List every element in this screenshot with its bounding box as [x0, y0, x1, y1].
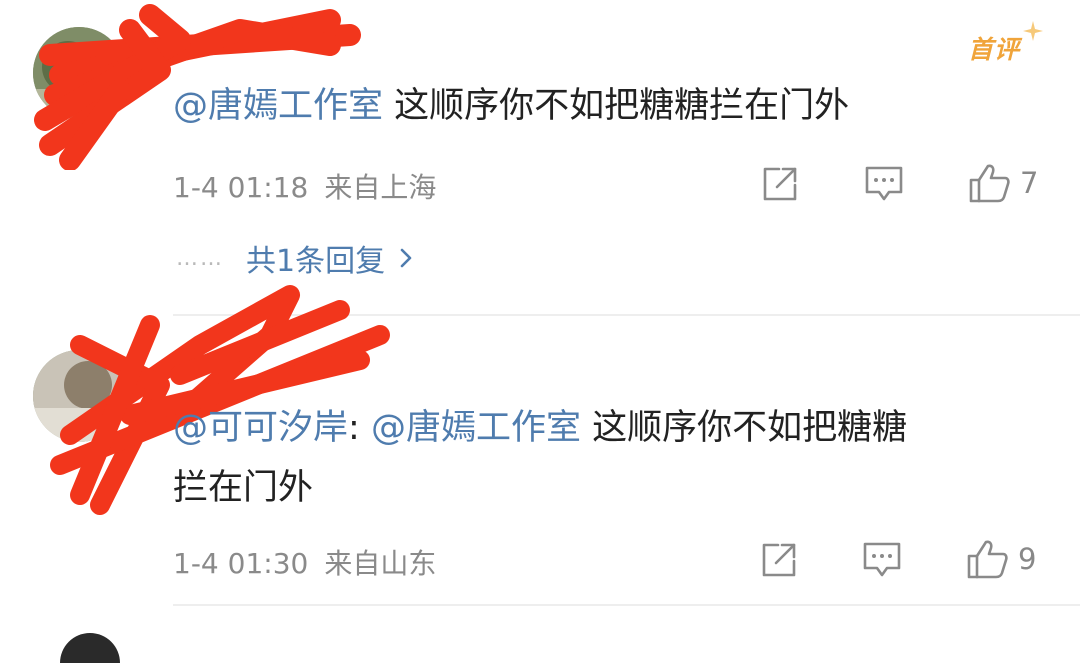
- like-count: 7: [1020, 166, 1039, 200]
- comment-body: 这顺序你不如把糖糖拦在门外: [383, 86, 850, 126]
- comment-1: 首评 @唐嫣工作室 这顺序你不如把糖糖拦在门外 1-4 01:18 来自上海 7…: [0, 0, 1080, 300]
- like-icon: [969, 164, 1010, 203]
- timestamp: 1-4 01:30: [173, 547, 309, 580]
- first-comment-badge: 首评: [968, 35, 1021, 64]
- divider: [173, 604, 1080, 606]
- replies-dots: ……: [176, 245, 224, 271]
- avatar[interactable]: [33, 350, 125, 442]
- comment-icon: [863, 542, 901, 577]
- comment-meta: 1-4 01:30 来自山东: [173, 542, 436, 582]
- comment-button[interactable]: [862, 541, 902, 579]
- view-replies-link[interactable]: …… 共1条回复: [176, 236, 413, 280]
- mention-link[interactable]: @唐嫣工作室: [371, 408, 581, 448]
- timestamp: 1-4 01:18: [173, 171, 309, 204]
- like-button[interactable]: 7: [968, 162, 1038, 204]
- share-button[interactable]: [760, 541, 798, 579]
- location: 来自山东: [324, 547, 437, 580]
- avatar[interactable]: [33, 27, 125, 119]
- mention-link[interactable]: @可可汐岸: [173, 408, 348, 448]
- comment-body-line2: 拦在门外: [173, 468, 314, 508]
- colon: :: [348, 408, 371, 448]
- next-comment-avatar-peek: [60, 633, 120, 663]
- like-icon: [967, 540, 1008, 579]
- like-button[interactable]: 9: [966, 538, 1036, 580]
- share-button[interactable]: [761, 165, 799, 203]
- location: 来自上海: [324, 171, 437, 204]
- comment-meta: 1-4 01:18 来自上海: [173, 166, 436, 206]
- comment-2: @可可汐岸: @唐嫣工作室 这顺序你不如把糖糖 拦在门外 1-4 01:30 来自…: [0, 285, 1080, 615]
- comment-icon: [865, 166, 903, 201]
- comment-body: 这顺序你不如把糖糖: [580, 408, 908, 448]
- mention-link[interactable]: @唐嫣工作室: [173, 86, 383, 126]
- chevron-right-icon: [400, 248, 412, 268]
- share-icon: [763, 167, 797, 201]
- share-icon: [762, 543, 796, 577]
- sparkle-icon: [1023, 21, 1043, 41]
- replies-label: 共1条回复: [246, 244, 386, 279]
- like-count: 9: [1018, 542, 1037, 576]
- comment-text: @唐嫣工作室 这顺序你不如把糖糖拦在门外: [173, 78, 849, 134]
- comment-button[interactable]: [864, 165, 904, 203]
- comment-text: @可可汐岸: @唐嫣工作室 这顺序你不如把糖糖 拦在门外: [173, 398, 907, 518]
